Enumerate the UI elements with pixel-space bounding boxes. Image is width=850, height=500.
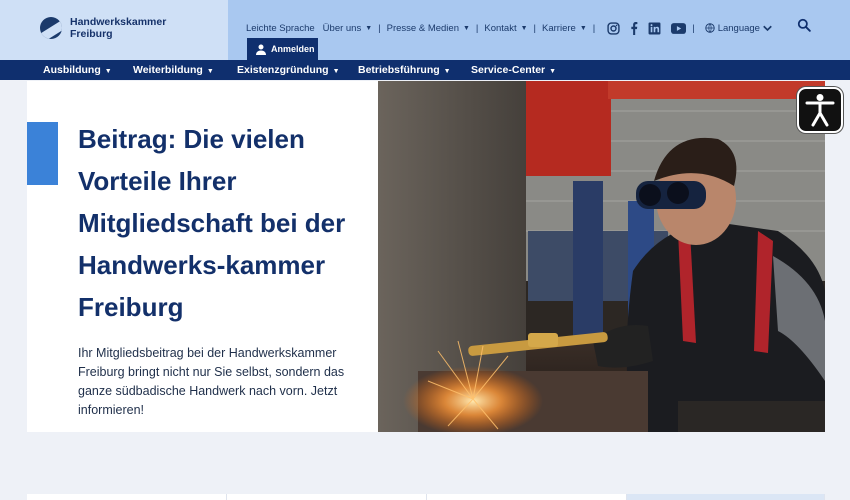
nav-item-service-center[interactable]: Service-Center ▼ — [471, 64, 556, 76]
chevron-down-icon: ▼ — [549, 68, 557, 75]
logo-text: Handwerkskammer Freiburg — [70, 16, 166, 40]
chevron-down-icon: ▼ — [520, 24, 528, 32]
accessibility-icon — [805, 94, 835, 127]
hero-title[interactable]: Beitrag: Die vielen Vorteile Ihrer Mitgl… — [78, 118, 368, 328]
logo-link[interactable]: Handwerkskammer Freiburg — [40, 16, 166, 40]
hero-text: Ihr Mitgliedsbeitrag bei der Handwerkska… — [78, 346, 345, 417]
main-navigation: Ausbildung ▼ Weiterbildung ▼ Existenzgründ… — [0, 60, 850, 80]
nav-item-betriebsfuehrung[interactable]: Betriebsführung ▼ — [358, 64, 451, 76]
nav-item-label: Betriebsführung — [358, 64, 440, 76]
nav-item-label: Service-Center — [471, 64, 546, 76]
meta-link-label: Leichte Sprache — [246, 22, 315, 34]
nav-item-existenzgruendung[interactable]: Existenzgründung ▼ — [237, 64, 340, 76]
teaser-card[interactable] — [227, 494, 427, 500]
nav-item-label: Ausbildung — [43, 64, 101, 76]
meta-link-ueber-uns[interactable]: Über uns ▼ — [323, 23, 373, 34]
youtube-icon[interactable] — [671, 22, 687, 34]
meta-link-label: Über uns — [322, 22, 362, 34]
chevron-down-icon — [763, 25, 772, 31]
meta-link-label: Kontakt — [484, 22, 517, 34]
meta-link-presse[interactable]: Presse & Medien ▼ — [387, 23, 470, 34]
accessibility-button[interactable] — [797, 87, 843, 133]
separator: | — [475, 22, 479, 34]
chevron-down-icon: ▼ — [443, 68, 451, 75]
meta-link-label: Presse & Medien — [386, 22, 459, 34]
teaser-card[interactable] — [427, 494, 627, 500]
nav-item-label: Existenzgründung — [237, 64, 329, 76]
chevron-down-icon: ▼ — [332, 68, 340, 75]
hero-photo-welder — [378, 81, 825, 432]
chevron-down-icon: ▼ — [365, 24, 373, 32]
meta-navigation: Leichte Sprache Über uns ▼ | Presse & Me… — [246, 20, 772, 36]
chevron-down-icon: ▼ — [579, 24, 587, 32]
meta-link-label: Karriere — [542, 22, 576, 34]
chevron-down-icon: ▼ — [462, 24, 470, 32]
separator: | — [378, 22, 381, 34]
language-selector[interactable]: Language — [704, 22, 772, 34]
logo-line2: Freiburg — [70, 28, 113, 40]
header-bar: Handwerkskammer Freiburg Leichte Sprache… — [0, 0, 850, 60]
logo-area: Handwerkskammer Freiburg — [0, 0, 228, 60]
logo-line1: Handwerkskammer — [70, 16, 167, 28]
nav-item-ausbildung[interactable]: Ausbildung ▼ — [43, 64, 112, 76]
globe-icon — [704, 23, 715, 33]
teaser-card[interactable] — [27, 494, 227, 500]
chevron-down-icon: ▼ — [206, 68, 214, 75]
separator: | — [592, 22, 596, 34]
user-icon — [256, 44, 266, 55]
meta-link-kontakt[interactable]: Kontakt ▼ — [484, 23, 527, 34]
login-button[interactable]: Anmelden — [247, 38, 318, 60]
login-label: Anmelden — [271, 44, 315, 54]
facebook-icon[interactable] — [630, 21, 638, 35]
nav-item-label: Weiterbildung — [133, 64, 203, 76]
meta-link-leichte-sprache[interactable]: Leichte Sprache — [246, 23, 315, 34]
search-button[interactable] — [797, 18, 811, 37]
social-links — [607, 21, 687, 35]
separator: | — [692, 22, 695, 34]
instagram-icon[interactable] — [607, 21, 620, 35]
nav-item-weiterbildung[interactable]: Weiterbildung ▼ — [133, 64, 214, 76]
hero-accent-bar — [27, 122, 58, 185]
language-label: Language — [717, 22, 760, 34]
search-icon — [797, 18, 811, 32]
logo-mark-icon — [40, 17, 62, 39]
separator: | — [533, 22, 537, 34]
teaser-cards-row — [27, 494, 825, 500]
linkedin-icon[interactable] — [648, 22, 661, 35]
chevron-down-icon: ▼ — [104, 68, 112, 75]
teaser-card[interactable] — [627, 494, 825, 500]
meta-link-karriere[interactable]: Karriere ▼ — [542, 23, 587, 34]
